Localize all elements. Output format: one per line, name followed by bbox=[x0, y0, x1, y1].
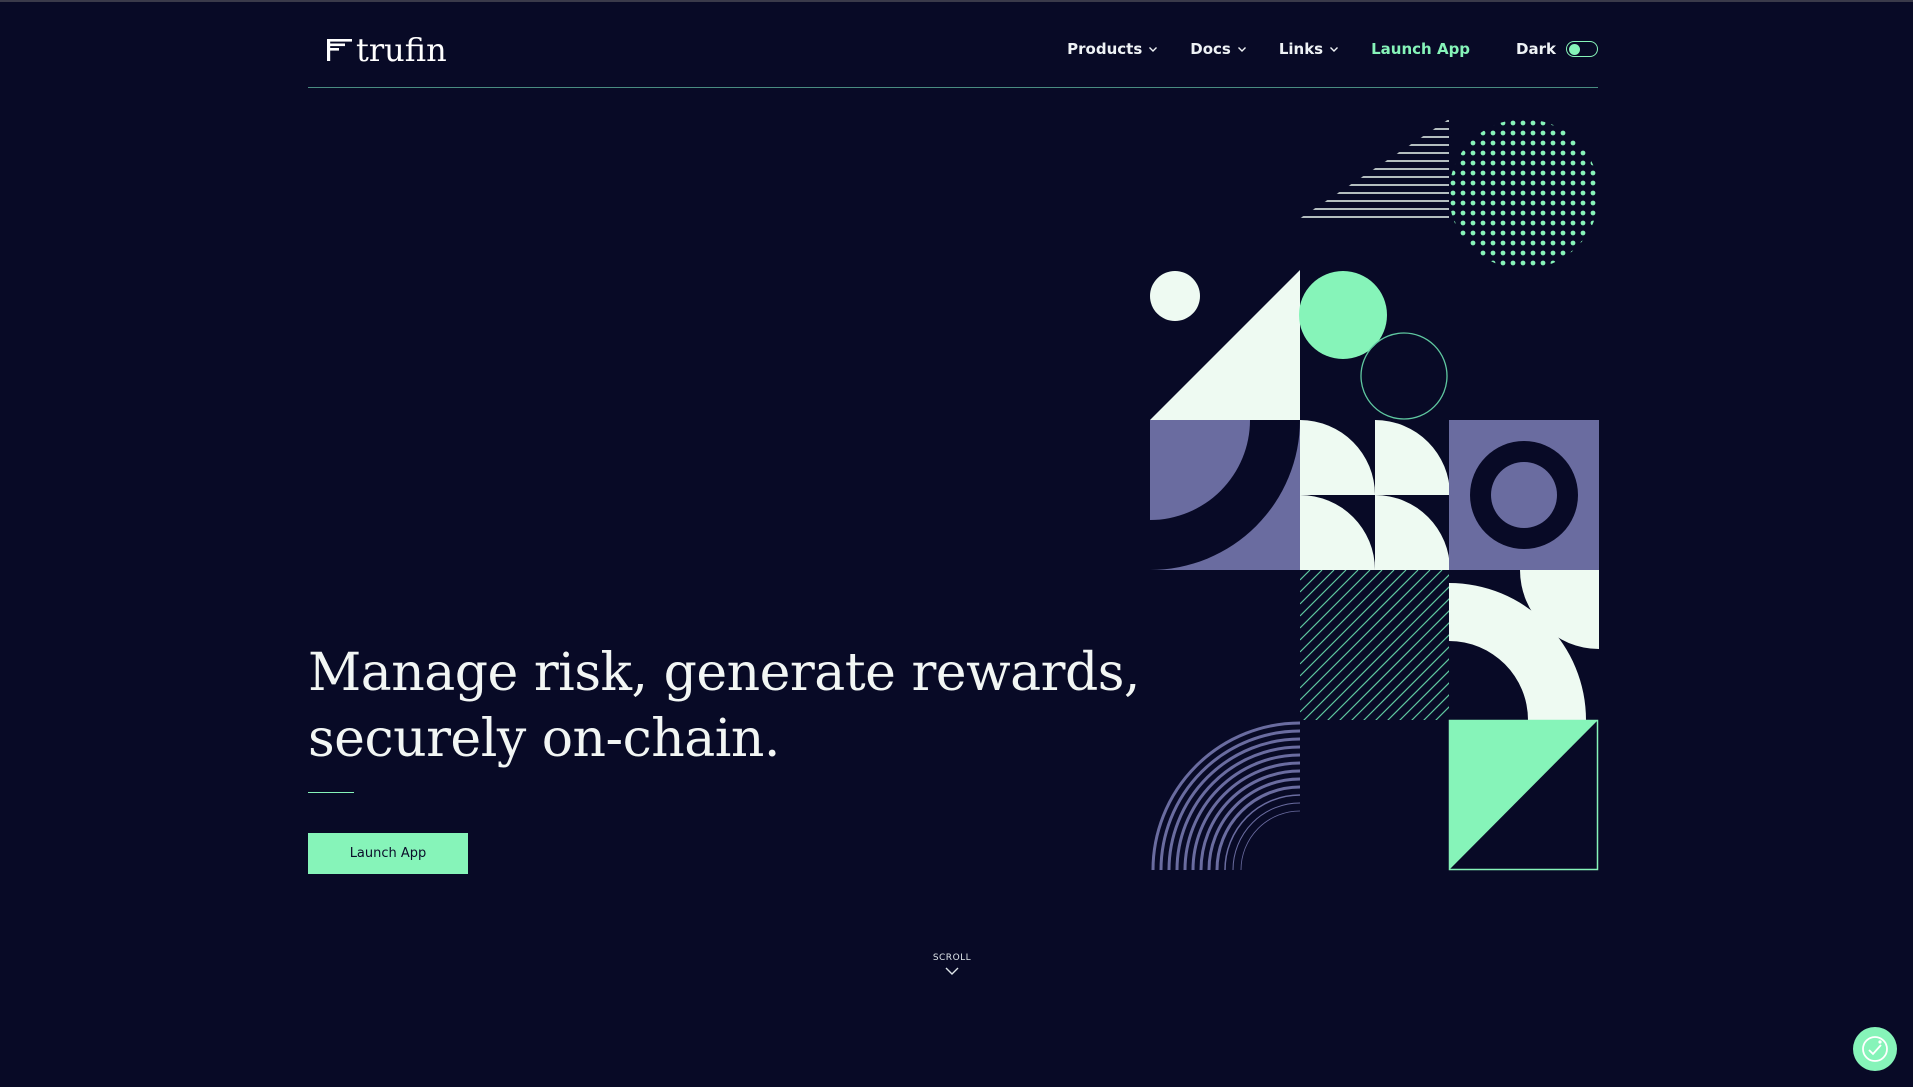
theme-label: Dark bbox=[1516, 40, 1556, 58]
green-triangle-square bbox=[1448, 719, 1599, 871]
header-divider bbox=[308, 87, 1598, 88]
nav-products-label: Products bbox=[1067, 40, 1143, 58]
dotted-circle-shape bbox=[1450, 120, 1596, 266]
striped-triangle-shape bbox=[1299, 120, 1449, 218]
window-top-border bbox=[0, 0, 1913, 2]
chevron-down-icon bbox=[1330, 47, 1339, 52]
concentric-rings-shape bbox=[1151, 721, 1300, 870]
chevron-down-icon bbox=[1149, 47, 1158, 52]
cookie-settings-button[interactable] bbox=[1853, 1027, 1897, 1071]
nav-links-label: Links bbox=[1278, 40, 1324, 58]
launch-app-button[interactable]: Launch App bbox=[308, 833, 468, 874]
nav-launch-app-link[interactable]: Launch App bbox=[1371, 40, 1470, 58]
nav-docs[interactable]: Docs bbox=[1190, 40, 1247, 58]
trufin-logo-mark-icon bbox=[327, 39, 352, 61]
nav-products[interactable]: Products bbox=[1067, 40, 1158, 58]
brand-name: trufin bbox=[356, 31, 447, 69]
hero-heading: Manage risk, generate rewards, securely … bbox=[308, 640, 1148, 772]
hero-divider bbox=[308, 792, 354, 793]
scroll-label: SCROLL bbox=[932, 953, 972, 963]
hero-heading-line-1: Manage risk, generate rewards, bbox=[308, 643, 1140, 703]
nav-docs-label: Docs bbox=[1190, 40, 1231, 58]
chevron-down-icon bbox=[945, 967, 959, 975]
scroll-indicator[interactable]: SCROLL bbox=[920, 953, 984, 976]
small-cream-circle bbox=[1150, 271, 1200, 321]
theme-toggle-knob bbox=[1569, 43, 1580, 55]
purple-ring-block bbox=[1449, 420, 1599, 570]
theme-toggle[interactable] bbox=[1566, 41, 1598, 57]
cookie-settings-icon bbox=[1862, 1036, 1888, 1062]
site-header: trufin Products Docs Links Launch App Da… bbox=[308, 28, 1598, 88]
main-nav: Products Docs Links Launch App Dark bbox=[1067, 40, 1598, 58]
hero-heading-line-2: securely on-chain. bbox=[308, 709, 780, 769]
logo-link[interactable]: trufin bbox=[324, 32, 447, 68]
nav-links[interactable]: Links bbox=[1279, 40, 1339, 58]
chevron-down-icon bbox=[1237, 47, 1246, 52]
hero-geometric-artwork bbox=[1150, 120, 1599, 871]
page: trufin Products Docs Links Launch App Da… bbox=[0, 0, 1913, 1087]
outline-circle bbox=[1360, 332, 1448, 420]
